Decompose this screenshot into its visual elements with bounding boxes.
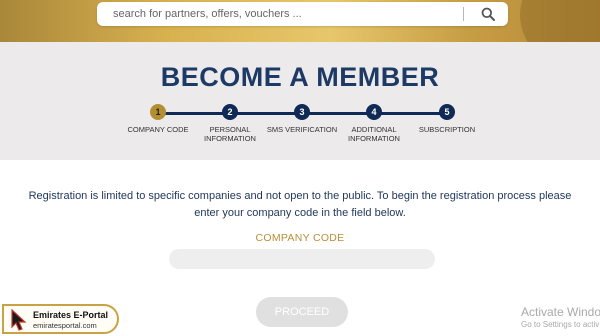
top-banner: [0, 0, 600, 42]
step-subscription: 5 SUBSCRIPTION: [397, 104, 497, 134]
activate-windows-title: Activate Window: [521, 305, 600, 319]
step-number: 2: [222, 104, 238, 120]
company-code-label: COMPANY CODE: [255, 232, 345, 244]
emirates-eportal-watermark: Emirates E-Portal emiratesportal.com: [2, 304, 119, 334]
brand-url: emiratesportal.com: [33, 321, 97, 330]
company-code-input[interactable]: [169, 249, 435, 269]
activate-windows-subtitle: Go to Settings to activ: [521, 320, 600, 329]
search-divider: [463, 7, 464, 21]
page-title: BECOME A MEMBER: [160, 62, 440, 92]
step-number: 4: [366, 104, 382, 120]
banner-decoration: [520, 0, 600, 42]
step-number: 1: [150, 104, 166, 120]
step-label: PERSONAL INFORMATION: [204, 125, 256, 143]
step-number: 3: [294, 104, 310, 120]
registration-intro-text: Registration is limited to specific comp…: [28, 190, 572, 219]
search-bar: [97, 2, 508, 26]
stepper-section: [0, 42, 600, 160]
step-number: 5: [439, 104, 455, 120]
search-icon[interactable]: [474, 2, 502, 26]
step-label: ADDITIONAL INFORMATION: [348, 125, 400, 143]
step-label: SUBSCRIPTION: [418, 125, 476, 134]
search-input[interactable]: [97, 2, 463, 26]
cursor-logo-icon: [10, 308, 28, 336]
proceed-button[interactable]: PROCEED: [256, 297, 348, 327]
brand-name: Emirates E-Portal: [33, 310, 109, 320]
